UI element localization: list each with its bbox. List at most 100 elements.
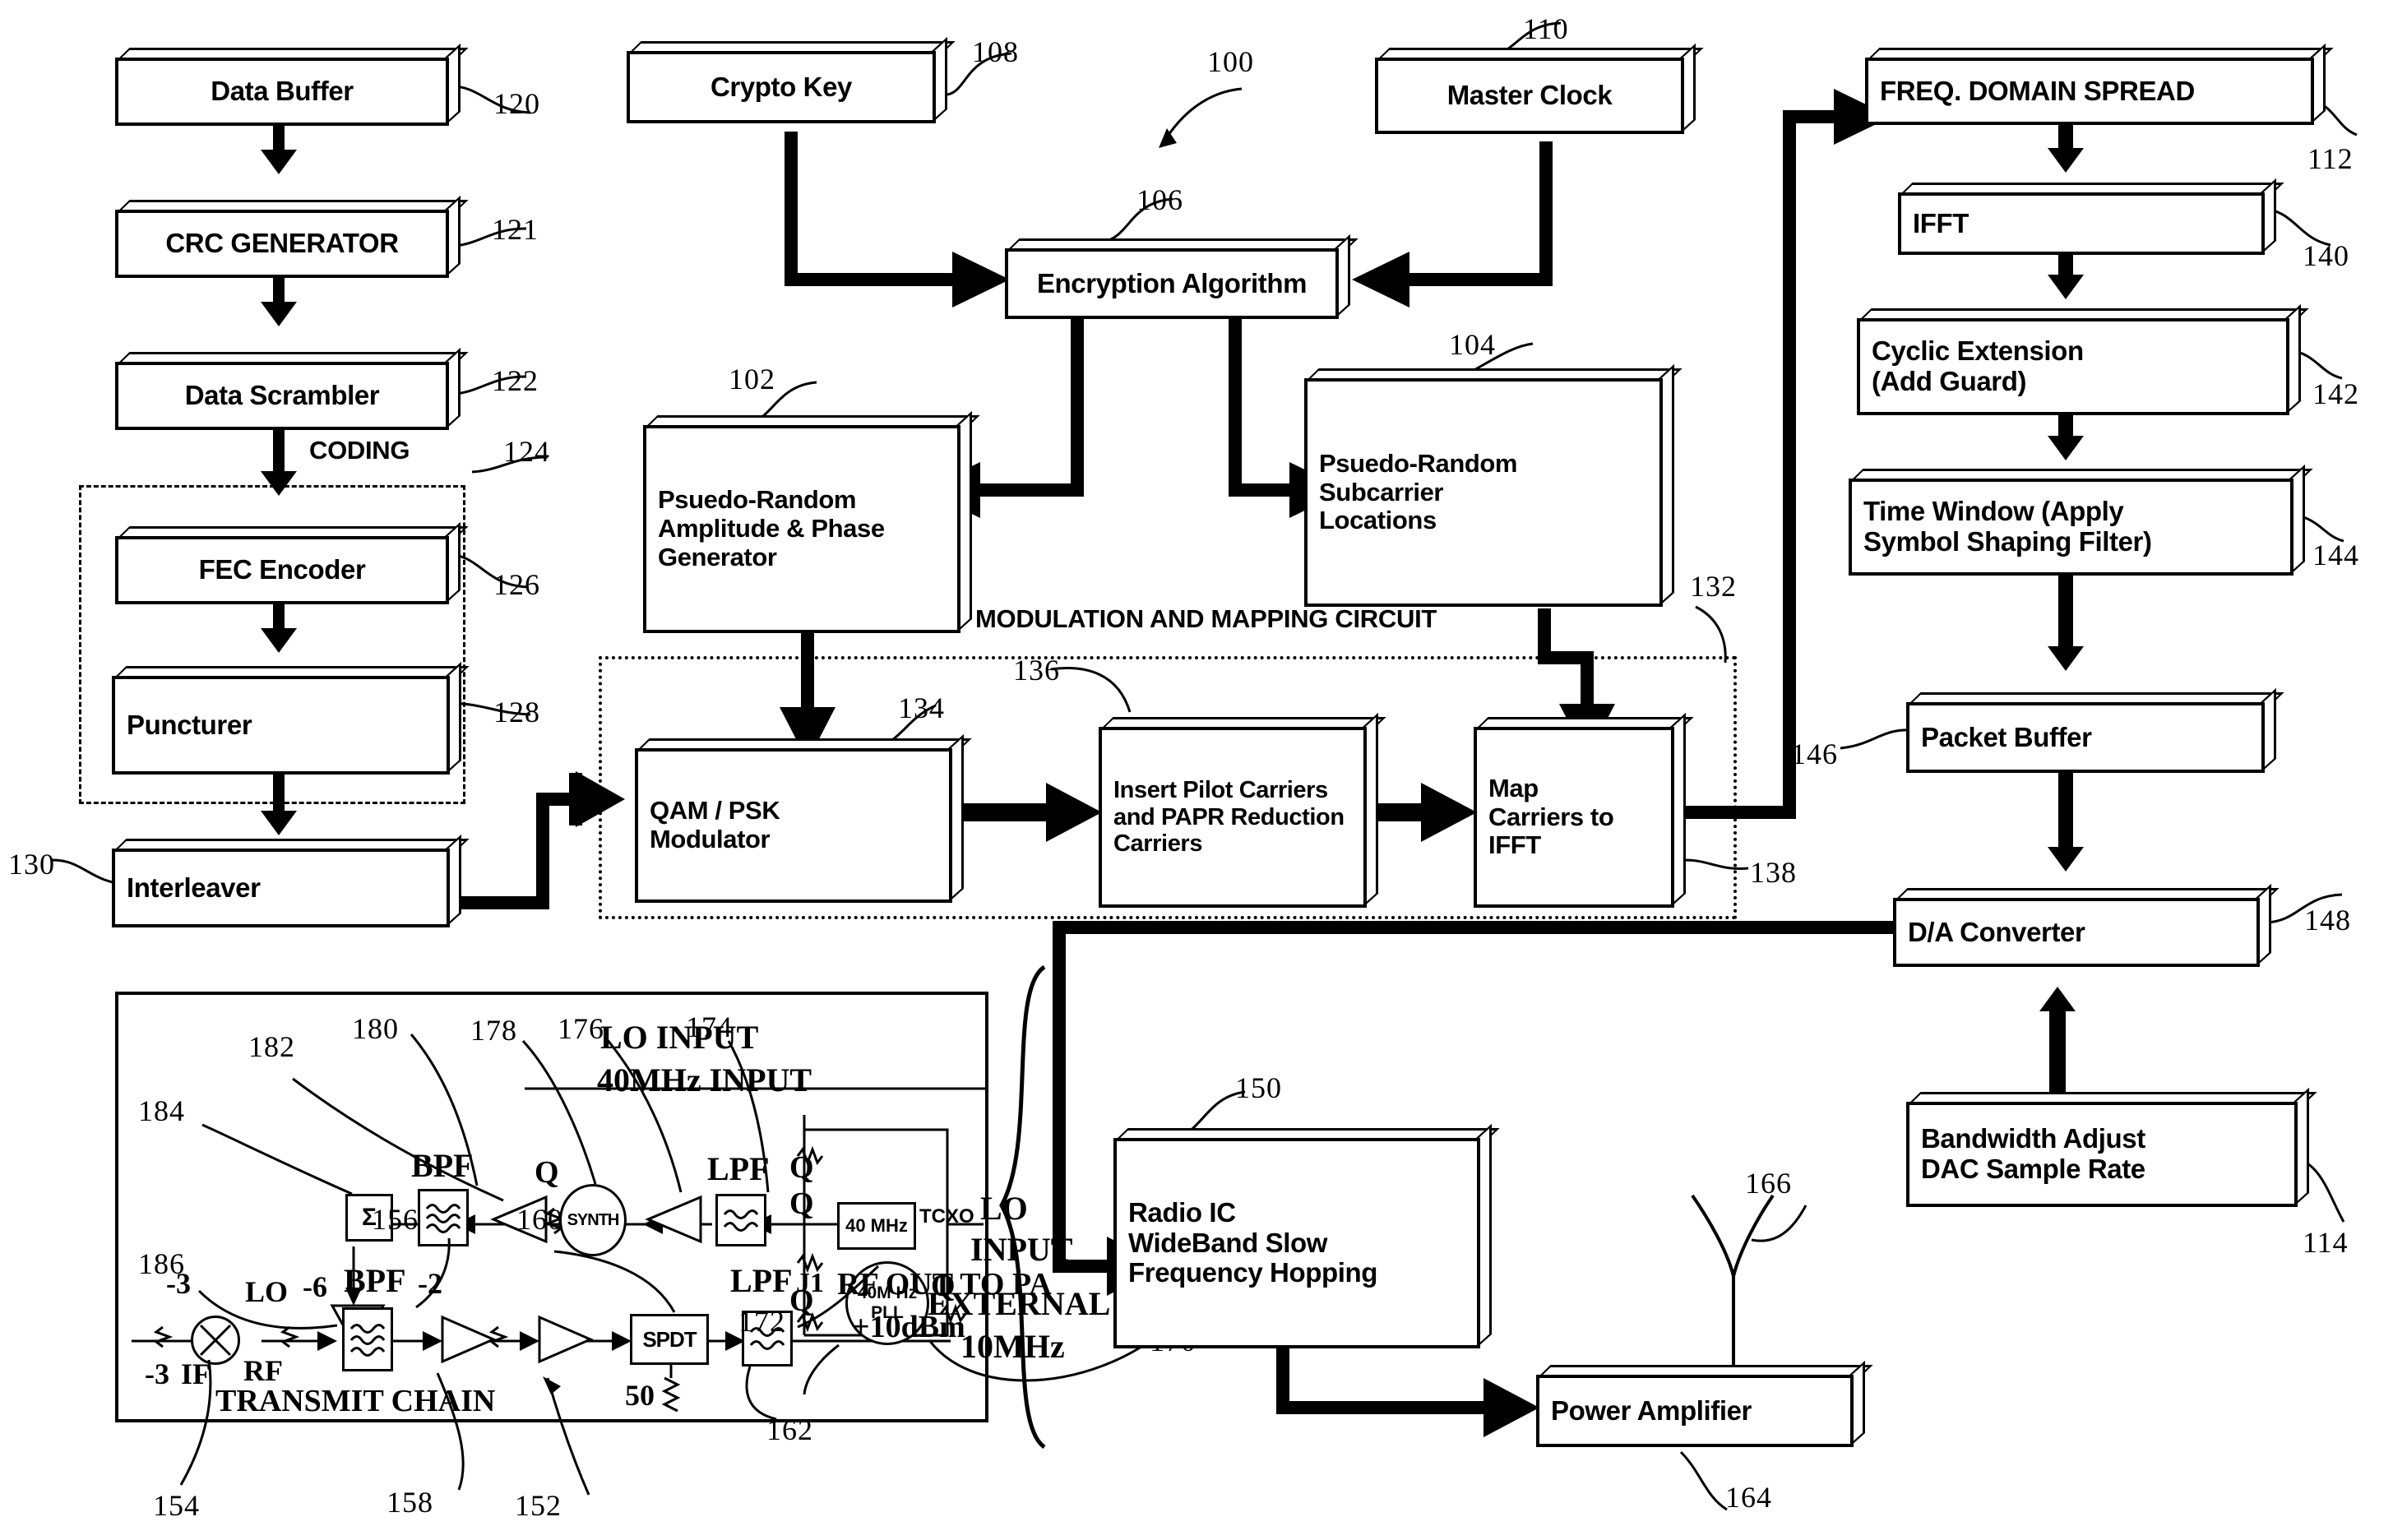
bpf-filter-glyph: [425, 1204, 461, 1233]
arrow-shaft: [2058, 576, 2073, 650]
ref-numeral-142: 142: [2312, 377, 2359, 410]
block-front-face: Data Buffer: [115, 58, 449, 126]
rf-lpf-162-label: LPF: [730, 1262, 793, 1299]
block-label: D/A Converter: [1908, 916, 2085, 947]
ref-numeral-146: 146: [1791, 738, 1838, 770]
rf-term-label: 50: [625, 1379, 655, 1412]
block-label: Crypto Key: [710, 71, 853, 102]
block-data-buffer: Data Buffer: [115, 43, 469, 127]
block-front-face: Time Window (Apply Symbol Shaping Filter…: [1849, 479, 2293, 576]
ref-numeral-122: 122: [492, 364, 539, 397]
rf-q-label-1: Q: [535, 1155, 559, 1190]
block-map-carriers-to-ifft: Map Carriers to IFFT: [1474, 712, 1694, 908]
rf-bpf-180-label: BPF: [411, 1147, 474, 1184]
ref-numeral-140: 140: [2303, 239, 2349, 272]
block-label: Insert Pilot Carriers and PAPR Reduction…: [1113, 777, 1345, 858]
block-label: FEC Encoder: [198, 554, 366, 585]
block-label: Data Buffer: [211, 76, 354, 107]
ref-numeral-108: 108: [972, 35, 1019, 68]
rf-lpf-174-label: LPF: [707, 1150, 770, 1187]
block-front-face: Packet Buffer: [1906, 702, 2265, 773]
block-front-face: D/A Converter: [1893, 898, 2260, 967]
block-encryption-algorithm: Encryption Algorithm: [1005, 234, 1359, 319]
arrow-head-down: [2048, 275, 2084, 299]
block-label: Packet Buffer: [1921, 721, 2092, 752]
ref-numeral-182: 182: [248, 1030, 295, 1063]
rf-amp-152-symbol: [536, 1315, 594, 1364]
arrow-head-down: [2048, 646, 2084, 671]
ref-numeral-178: 178: [470, 1014, 517, 1047]
block-cyclic-extension: Cyclic Extension (Add Guard): [1857, 303, 2309, 415]
ref-numeral-114: 114: [2303, 1226, 2349, 1259]
ref-numeral-138: 138: [1750, 856, 1797, 889]
ref-numeral-112: 112: [2307, 142, 2354, 175]
arrow-shaft: [2049, 1011, 2066, 1094]
rf-lo-label: LO: [245, 1275, 289, 1308]
group-label-modulation-mapping: MODULATION AND MAPPING CIRCUIT: [972, 604, 1441, 634]
block-puncturer: Puncturer: [112, 661, 470, 775]
ref-numeral-144: 144: [2312, 539, 2359, 571]
rf-amp2-gain-label: -2: [418, 1267, 442, 1300]
rf-out-label: RF OUT TO PA: [837, 1267, 1052, 1302]
block-front-face: Psuedo-Random Subcarrier Locations: [1304, 378, 1663, 607]
rf-q-label-2: Q: [789, 1150, 814, 1185]
rf-lo-input2-line1: LO: [980, 1190, 1028, 1227]
ref-numeral-158: 158: [386, 1486, 433, 1519]
block-label: Power Amplifier: [1551, 1394, 1752, 1426]
block-front-face: CRC GENERATOR: [115, 210, 449, 278]
block-interleaver: Interleaver: [112, 834, 470, 927]
block-label: Time Window (Apply Symbol Shaping Filter…: [1863, 496, 2152, 557]
ref-numeral-166: 166: [1745, 1167, 1792, 1200]
rf-if-gain-label-2: -3: [145, 1357, 169, 1390]
block-master-clock: Master Clock: [1375, 43, 1704, 135]
ref-numeral-110: 110: [1523, 12, 1569, 45]
arrow-head-down: [261, 150, 297, 174]
lpf-filter-glyph: [723, 1209, 759, 1232]
ref-numeral-136: 136: [1013, 654, 1060, 687]
arrow-shaft: [273, 775, 285, 816]
block-front-face: Master Clock: [1375, 58, 1684, 134]
block-freq-domain-spread: FREQ. DOMAIN SPREAD: [1865, 43, 2334, 126]
arrow-head-down: [261, 302, 297, 326]
ref-numeral-180: 180: [352, 1012, 399, 1045]
ref-numeral-156: 156: [372, 1203, 419, 1236]
ref-numeral-121: 121: [492, 213, 539, 246]
arrow-shaft: [2058, 773, 2073, 852]
arrow-head-down: [261, 811, 297, 835]
rf-bpf-156-symbol: [342, 1307, 393, 1371]
block-front-face: Interleaver: [112, 849, 450, 927]
block-data-scrambler: Data Scrambler: [115, 347, 469, 430]
rf-bpf-180-symbol: [418, 1189, 469, 1246]
block-front-face: QAM / PSK Modulator: [635, 748, 952, 903]
block-qam-psk-modulator: QAM / PSK Modulator: [635, 733, 972, 903]
block-bandwidth-adjust: Bandwidth Adjust DAC Sample Rate: [1906, 1087, 2317, 1207]
block-label: Psuedo-Random Subcarrier Locations: [1319, 448, 1518, 535]
ref-numeral-134: 134: [898, 691, 945, 724]
rf-amp-158-symbol: [439, 1315, 497, 1364]
group-label-coding: CODING: [306, 436, 414, 465]
arrow-head-down: [2048, 436, 2084, 460]
block-front-face: Insert Pilot Carriers and PAPR Reduction…: [1099, 727, 1367, 908]
ref-numeral-152: 152: [515, 1489, 562, 1522]
rf-if-label: IF: [181, 1357, 211, 1390]
ref-numeral-186: 186: [138, 1247, 185, 1280]
ref-numeral-100: 100: [1207, 45, 1254, 78]
block-ifft: IFFT: [1898, 178, 2284, 255]
rf-external-freq-label: 10MHz: [960, 1328, 1065, 1365]
block-front-face: Data Scrambler: [115, 362, 449, 430]
spdt-label: SPDT: [642, 1326, 697, 1352]
block-packet-buffer: Packet Buffer: [1906, 687, 2284, 773]
block-fec-encoder: FEC Encoder: [115, 521, 469, 604]
patent-figure: Data Buffer 120 CRC GENERATOR 121 Data S…: [0, 0, 2393, 1540]
synth-label: SYNTH: [567, 1210, 620, 1229]
ref-numeral-148: 148: [2304, 904, 2351, 936]
block-front-face: Cyclic Extension (Add Guard): [1857, 318, 2289, 415]
lead-arrow-100: [1159, 87, 1243, 148]
block-label: IFFT: [1913, 207, 1969, 238]
rf-lpf-174-symbol: [715, 1194, 766, 1246]
block-front-face: Power Amplifier: [1536, 1375, 1854, 1447]
block-label: Master Clock: [1446, 80, 1613, 111]
arrow-head-up: [2039, 987, 2076, 1011]
ref-numeral-164: 164: [1725, 1481, 1772, 1514]
block-insert-pilot-carriers: Insert Pilot Carriers and PAPR Reduction…: [1099, 712, 1386, 908]
